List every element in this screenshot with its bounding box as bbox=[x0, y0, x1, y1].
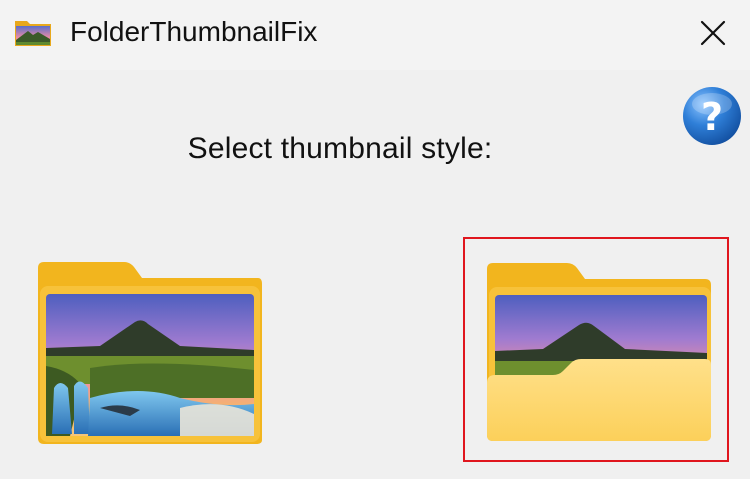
folder-image-icon bbox=[15, 21, 51, 46]
close-icon bbox=[700, 20, 726, 46]
close-button[interactable] bbox=[690, 12, 736, 54]
thumbnail-style-option-flap[interactable] bbox=[463, 237, 729, 462]
prompt-label: Select thumbnail style: bbox=[187, 132, 493, 165]
thumbnail-style-option-full[interactable] bbox=[30, 258, 270, 448]
window-title: FolderThumbnailFix bbox=[70, 16, 318, 47]
svg-text:?: ? bbox=[701, 95, 723, 139]
folder-flap-image-icon bbox=[487, 263, 711, 441]
help-icon[interactable]: ? bbox=[682, 86, 742, 146]
title-bar: FolderThumbnailFix bbox=[0, 0, 750, 70]
folder-full-image-icon bbox=[38, 262, 262, 444]
